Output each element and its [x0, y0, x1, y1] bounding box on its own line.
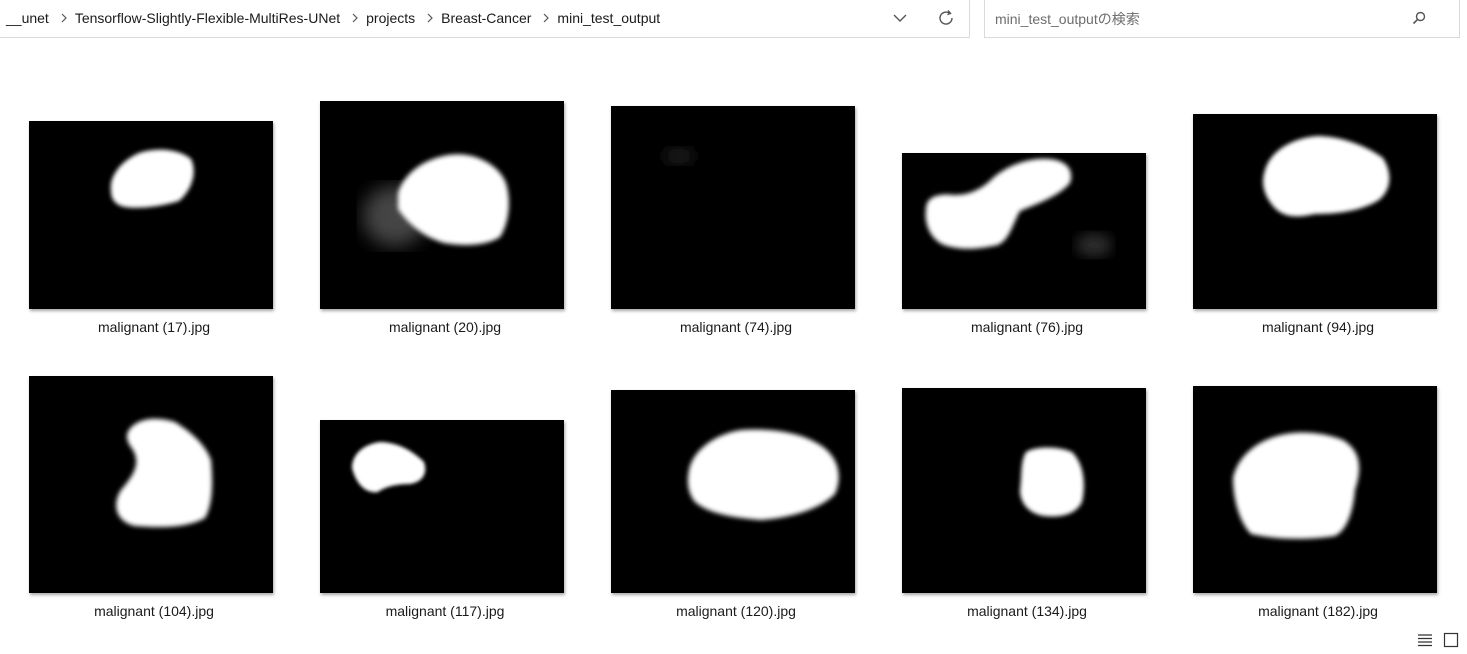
file-name: malignant (182).jpg — [1258, 603, 1378, 619]
file-tile[interactable]: malignant (182).jpg — [1188, 364, 1448, 634]
file-name: malignant (94).jpg — [1261, 319, 1375, 335]
breadcrumb-item-current[interactable]: mini_test_output — [557, 10, 664, 26]
refresh-icon[interactable] — [935, 7, 957, 29]
file-tile[interactable]: malignant (120).jpg — [606, 364, 866, 634]
search-box[interactable]: mini_test_outputの検索 — [984, 0, 1460, 38]
breadcrumb-item-projects[interactable]: projects — [366, 10, 419, 26]
file-thumbnail — [611, 106, 855, 309]
chevron-right-icon[interactable] — [535, 13, 557, 23]
breadcrumb-item-breast-cancer[interactable]: Breast-Cancer — [441, 10, 535, 26]
file-tile[interactable]: malignant (76).jpg — [897, 80, 1157, 350]
file-name: malignant (104).jpg — [94, 603, 214, 619]
address-bar[interactable]: __unet Tensorflow-Slightly-Flexible-Mult… — [0, 0, 970, 38]
file-tile[interactable]: malignant (134).jpg — [897, 364, 1157, 634]
file-thumbnail — [611, 390, 855, 593]
file-tile[interactable]: malignant (104).jpg — [24, 364, 284, 634]
breadcrumb: __unet Tensorflow-Slightly-Flexible-Mult… — [6, 0, 664, 36]
file-thumbnail — [1193, 114, 1437, 309]
file-thumbnail — [29, 121, 273, 309]
chevron-right-icon[interactable] — [53, 13, 75, 23]
chevron-right-icon[interactable] — [344, 13, 366, 23]
file-thumbnail — [29, 376, 273, 593]
file-name: malignant (20).jpg — [388, 319, 502, 335]
toolbar: __unet Tensorflow-Slightly-Flexible-Mult… — [0, 0, 1467, 40]
file-thumbnail — [902, 153, 1146, 309]
breadcrumb-item-repo[interactable]: Tensorflow-Slightly-Flexible-MultiRes-UN… — [75, 10, 344, 26]
details-view-icon[interactable] — [1416, 631, 1434, 649]
file-tile[interactable]: malignant (20).jpg — [315, 80, 575, 350]
chevron-right-icon[interactable] — [419, 13, 441, 23]
search-input[interactable]: mini_test_outputの検索 — [995, 9, 1140, 29]
large-icons-view-icon[interactable] — [1442, 631, 1460, 649]
file-tile[interactable]: malignant (94).jpg — [1188, 80, 1448, 350]
file-thumbnail — [320, 420, 564, 593]
file-tile[interactable]: malignant (17).jpg — [24, 80, 284, 350]
view-toggle — [1416, 631, 1464, 649]
file-thumbnail — [902, 388, 1146, 593]
file-tile[interactable]: malignant (117).jpg — [315, 364, 575, 634]
file-name: malignant (74).jpg — [679, 319, 793, 335]
file-name: malignant (134).jpg — [967, 603, 1087, 619]
chevron-down-icon[interactable] — [890, 8, 910, 28]
breadcrumb-item-unet[interactable]: __unet — [6, 10, 53, 26]
file-name: malignant (120).jpg — [676, 603, 796, 619]
search-icon[interactable] — [1409, 8, 1429, 28]
file-name: malignant (76).jpg — [970, 319, 1084, 335]
file-thumbnail — [1193, 386, 1437, 593]
file-thumbnail — [320, 101, 564, 309]
file-name: malignant (117).jpg — [385, 603, 505, 619]
file-tile[interactable]: malignant (74).jpg — [606, 80, 866, 350]
file-name: malignant (17).jpg — [97, 319, 211, 335]
